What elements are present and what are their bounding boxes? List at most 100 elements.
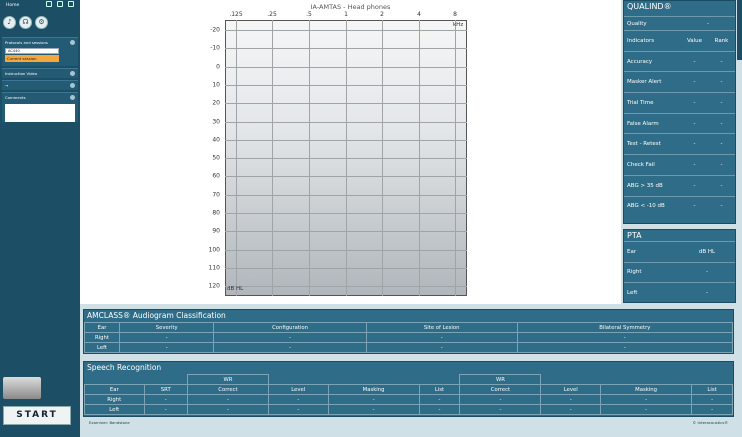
table-header: List	[418, 384, 461, 395]
table-header: Configuration	[213, 322, 367, 333]
collapse-icon[interactable]	[70, 83, 75, 88]
indicator-rank: -	[720, 79, 723, 86]
indicator-value: -	[693, 99, 696, 106]
exit-icon[interactable]	[68, 1, 74, 7]
y-tick-label: 100	[208, 246, 220, 254]
y-tick-label: 0	[216, 63, 220, 71]
x-axis-unit: kHz	[453, 22, 464, 28]
status-bar: Examiner: Bandstone © Interacoustics®	[83, 420, 734, 428]
table-cell: -	[516, 342, 734, 353]
grid-line	[225, 249, 467, 251]
scrollbar[interactable]	[737, 0, 742, 60]
table-cell: -	[600, 404, 693, 415]
indicator-label: ABG > 35 dB	[627, 182, 663, 189]
indicator-rank: -	[720, 161, 723, 168]
x-tick-label: 4	[417, 11, 421, 18]
table-cell: -	[418, 394, 461, 405]
speech-mode-icon[interactable]: ☊	[19, 16, 32, 29]
y-tick-label: 120	[208, 282, 220, 290]
indicator-rank: -	[720, 182, 723, 189]
speech-table: WR WR Ear SRT Correct Level Masking List…	[84, 374, 733, 415]
grid-line	[225, 139, 467, 141]
x-tick-label: .125	[229, 11, 243, 18]
indicator-value: -	[693, 141, 696, 148]
y-tick-label: -20	[210, 26, 220, 34]
table-cell: -	[516, 332, 734, 343]
indicator-rank: -	[720, 120, 723, 127]
collapse-icon[interactable]	[70, 95, 75, 100]
quality-value: -	[707, 20, 709, 27]
table-cell: -	[186, 404, 269, 415]
y-tick-label: 10	[212, 81, 220, 89]
y-tick-label: 20	[212, 99, 220, 107]
instruction-video-label: Instruction Video	[5, 71, 38, 76]
indicator-rank: -	[720, 99, 723, 106]
table-cell: -	[691, 404, 733, 415]
comments-label: Comments	[5, 95, 26, 100]
table-header: Level	[267, 384, 329, 395]
indicator-label: False Alarm	[627, 120, 659, 127]
session-select[interactable]: Current session	[5, 55, 59, 62]
table-cell: -	[118, 332, 215, 343]
indicator-row: False Alarm - -	[624, 112, 735, 134]
indicator-value: -	[693, 79, 696, 86]
start-button[interactable]: START	[3, 406, 71, 425]
table-row: Left - - - -	[84, 342, 734, 353]
print-icon[interactable]	[46, 1, 53, 7]
y-tick-label: 40	[212, 136, 220, 144]
protocols-label: Protocols and sessions	[5, 40, 48, 45]
collapse-icon[interactable]	[70, 40, 75, 45]
settings-mode-icon[interactable]: ⚙	[35, 16, 48, 29]
y-tick-label: 90	[212, 227, 220, 235]
y-axis-unit: dB HL	[227, 286, 244, 292]
indicator-value: -	[693, 182, 696, 189]
comments-panel: Comments	[2, 92, 78, 122]
comments-textarea[interactable]	[5, 104, 75, 122]
audiogram-title: IA-AMTAS - Head phones	[310, 3, 391, 11]
pta-header-row: Ear dB HL	[624, 241, 735, 262]
protocols-panel: Protocols and sessions AC440 Current ses…	[2, 37, 78, 66]
y-tick-label: 30	[212, 118, 220, 125]
pta-title: PTA	[627, 231, 642, 240]
grid-line	[225, 84, 467, 86]
speech-title: Speech Recognition	[87, 363, 162, 372]
pta-value: -	[706, 269, 708, 276]
indicator-label: Check Fail	[627, 161, 655, 168]
indicator-label: Accuracy	[627, 58, 653, 65]
table-cell: -	[213, 342, 367, 353]
table-row: Right - - - -	[84, 332, 734, 343]
grid-line	[225, 267, 467, 269]
table-cell: Left	[84, 404, 145, 415]
navigation-panel: →	[2, 80, 78, 90]
speech-recognition-panel: Speech Recognition WR WR Ear SRT Correct…	[83, 361, 734, 417]
table-cell: -	[327, 404, 420, 415]
table-header: Severity	[118, 322, 215, 333]
protocol-select[interactable]: AC440	[5, 48, 59, 54]
quality-label: Quality	[627, 20, 647, 27]
pta-row: Right -	[624, 261, 735, 283]
qualind-panel: QUALIND® Quality - Indicators Value Rank…	[623, 0, 736, 224]
pta-ear: Right	[627, 269, 642, 276]
table-cell: -	[143, 394, 188, 405]
indicator-rank: -	[720, 141, 723, 148]
arrow-right-icon[interactable]: →	[5, 83, 8, 88]
y-tick-label: 60	[212, 172, 220, 180]
indicator-label: Trial Time	[627, 99, 654, 106]
grid-line	[225, 30, 467, 31]
grid-line	[225, 121, 467, 123]
wr-group-header: WR	[459, 374, 542, 385]
audiometry-mode-icon[interactable]: ♪	[3, 16, 16, 29]
left-sidebar: Home ♪ ☊ ⚙ Protocols and sessions AC440 …	[0, 0, 80, 437]
table-header: Level	[540, 384, 602, 395]
table-cell: -	[459, 394, 542, 405]
table-header: Masking	[327, 384, 420, 395]
save-icon[interactable]	[57, 1, 64, 7]
table-cell: -	[267, 394, 329, 405]
collapse-icon[interactable]	[70, 71, 75, 76]
indicator-value: -	[693, 161, 696, 168]
indicator-label: ABG < -10 dB	[627, 203, 665, 210]
x-tick-label: 1	[344, 11, 348, 18]
table-header: Bilateral Symmetry	[516, 322, 734, 333]
table-cell: Left	[84, 342, 120, 353]
indicator-row: Check Fail - -	[624, 154, 735, 175]
